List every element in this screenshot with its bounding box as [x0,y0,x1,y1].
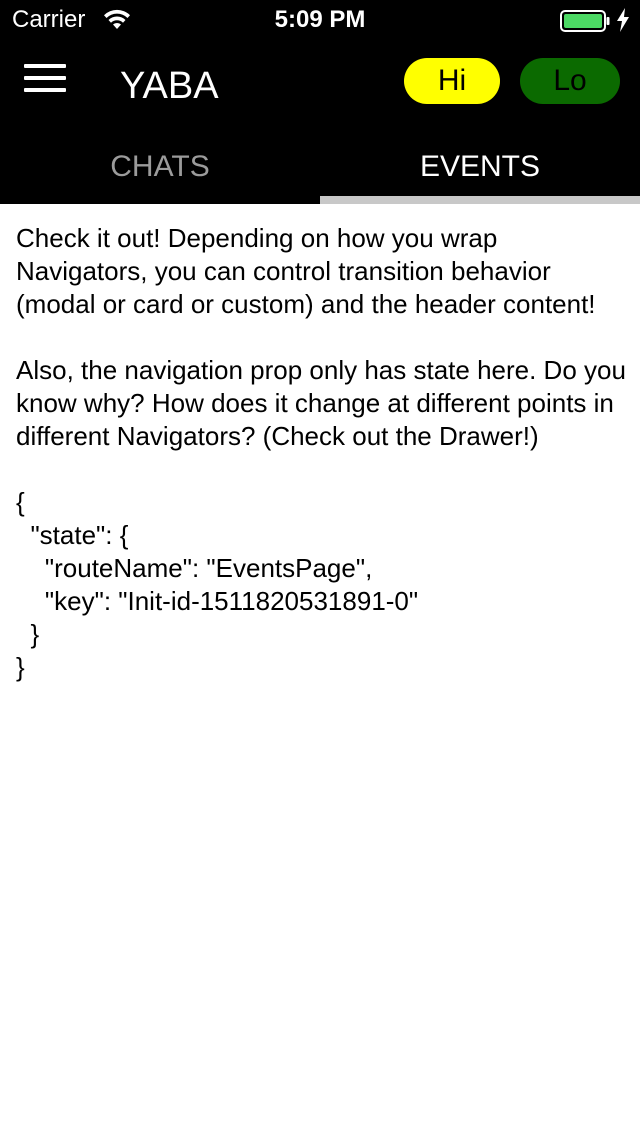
status-time: 5:09 PM [274,6,366,33]
hamburger-menu-icon[interactable] [24,64,66,96]
active-tab-indicator [320,196,640,204]
app-title: YABA [120,65,219,107]
tab-events[interactable]: EVENTS [320,130,640,204]
status-bar: Carrier 5:09 PM [0,0,640,40]
events-content: Check it out! Depending on how you wrap … [16,222,626,684]
charging-bolt-icon [617,8,629,32]
menu-bar-top [24,64,66,68]
menu-bar-middle [24,76,66,80]
navigation-state-json: { "state": { "routeName": "EventsPage", … [16,487,419,682]
tab-chats[interactable]: CHATS [0,130,320,204]
menu-bar-bottom [24,88,66,92]
intro-paragraph: Check it out! Depending on how you wrap … [16,223,596,319]
app-header: YABA Hi Lo [0,40,640,130]
lo-button[interactable]: Lo [520,58,620,104]
battery-icon [560,10,610,32]
tab-bar: CHATS EVENTS [0,130,640,204]
hi-button[interactable]: Hi [404,58,500,104]
navigation-prop-paragraph: Also, the navigation prop only has state… [16,355,634,451]
